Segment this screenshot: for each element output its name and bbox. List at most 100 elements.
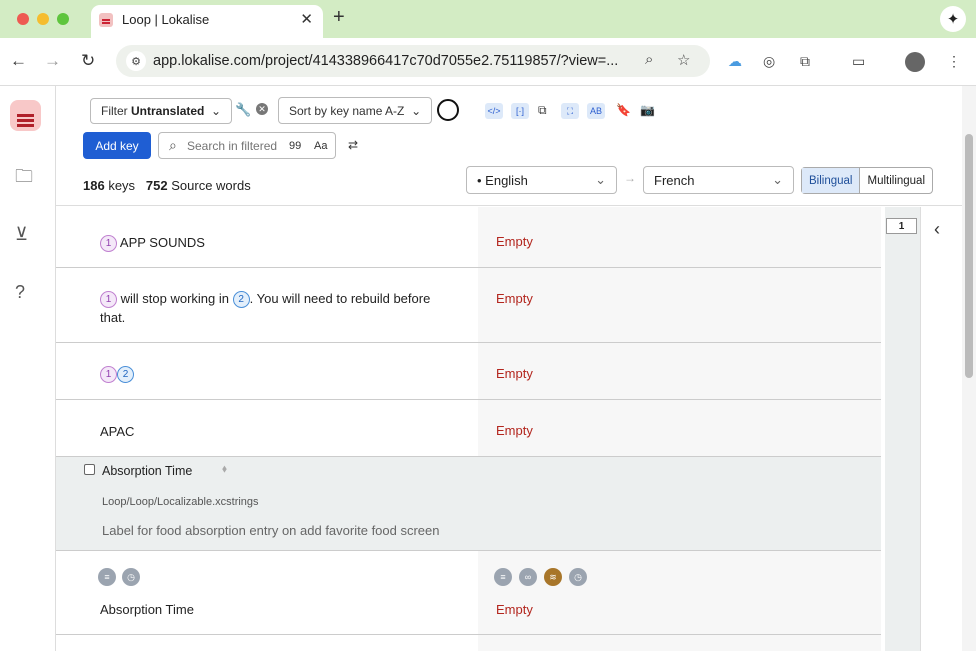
- source-cell[interactable]: ≡ ◷ Absorption Time: [56, 551, 478, 634]
- address-bar[interactable]: ⚙ app.lokalise.com/project/414338966417c…: [116, 45, 710, 77]
- empty-translation: Empty: [496, 234, 533, 249]
- camera-icon[interactable]: 📷: [640, 103, 655, 117]
- spellcheck-icon[interactable]: AB: [587, 103, 605, 119]
- folder-icon[interactable]: 🗀: [15, 164, 33, 194]
- translation-list: 1 APP SOUNDS Empty 1 will stop working i…: [56, 207, 881, 651]
- gemini-sparkle-icon[interactable]: ✦: [940, 6, 966, 32]
- cloud-extension-icon[interactable]: ☁: [728, 53, 742, 70]
- reload-icon[interactable]: ↻: [81, 51, 95, 71]
- placeholder-badge: 2: [232, 291, 250, 309]
- scrollbar-thumb[interactable]: [965, 134, 973, 378]
- basket-check-icon[interactable]: ⊻: [15, 224, 28, 245]
- review-glasses-icon[interactable]: ∞: [519, 568, 537, 586]
- copy-icon[interactable]: ⧉: [538, 103, 547, 118]
- target-cell[interactable]: Empty: [478, 400, 881, 456]
- tag-icon[interactable]: ⬧: [222, 463, 227, 476]
- placeholder-badge: 1: [100, 291, 117, 309]
- source-cell[interactable]: 1 APP SOUNDS: [56, 207, 478, 267]
- browser-menu-icon[interactable]: ⋮: [947, 53, 961, 70]
- browser-tab-bar: Loop | Lokalise ✕ + ✦: [0, 0, 976, 38]
- site-settings-icon[interactable]: ⚙: [126, 51, 146, 71]
- translate-extension-icon[interactable]: ◎: [763, 53, 775, 70]
- source-text: 1 will stop working in 2. You will need …: [100, 289, 470, 327]
- code-view-icon[interactable]: </>: [485, 103, 503, 119]
- browser-tab[interactable]: Loop | Lokalise ✕: [91, 5, 323, 38]
- target-cell[interactable]: Empty: [478, 207, 881, 267]
- target-cell[interactable]: ≡ ∞ ≋ ◷ Empty: [478, 551, 881, 634]
- key-select-checkbox[interactable]: [84, 464, 95, 475]
- history-icon[interactable]: ◷: [122, 568, 140, 586]
- comment-icon[interactable]: ≡: [98, 568, 116, 586]
- search-icon: ⌕: [169, 137, 177, 153]
- forward-arrow-icon[interactable]: →: [44, 51, 61, 71]
- table-row: 1 APP SOUNDS Empty: [56, 207, 881, 268]
- lokalise-ai-icon[interactable]: [437, 99, 459, 121]
- new-tab-button[interactable]: +: [333, 6, 345, 29]
- advanced-filter-icon[interactable]: ⇄: [348, 138, 358, 152]
- source-value: Absorption Time: [100, 602, 194, 617]
- back-arrow-icon[interactable]: ←: [10, 51, 27, 71]
- source-cell[interactable]: APAC: [56, 400, 478, 456]
- source-value-part: that.: [100, 310, 126, 326]
- tab-title: Loop | Lokalise: [122, 12, 210, 27]
- key-filename: Loop/Loop/Localizable.xcstrings: [102, 496, 259, 508]
- lokalise-logo-icon[interactable]: [10, 100, 41, 131]
- placeholder-badge: 2: [117, 366, 134, 384]
- page-scrollbar[interactable]: [962, 86, 976, 651]
- maximize-window-button[interactable]: [57, 13, 69, 25]
- source-cell[interactable]: 1 will stop working in 2. You will need …: [56, 268, 478, 342]
- source-value: APP SOUNDS: [119, 235, 205, 250]
- key-description: Label for food absorption entry on add f…: [102, 523, 440, 538]
- source-cell[interactable]: 12: [56, 343, 478, 399]
- target-cell[interactable]: Empty: [478, 343, 881, 399]
- screenshot-crop-icon[interactable]: ⛶: [561, 103, 579, 119]
- multilingual-toggle[interactable]: Multilingual: [860, 168, 932, 193]
- filter-value: Untranslated: [131, 104, 205, 118]
- keys-label: keys: [108, 178, 136, 193]
- collapse-panel-icon[interactable]: ‹: [934, 219, 940, 240]
- clear-filter-icon[interactable]: ✕: [256, 103, 268, 115]
- page-minimap: 1: [885, 207, 920, 651]
- close-window-button[interactable]: [17, 13, 29, 25]
- target-language-select[interactable]: French ⌄: [643, 166, 794, 194]
- url-text[interactable]: app.lokalise.com/project/414338966417c70…: [153, 53, 618, 69]
- machine-translation-icon[interactable]: ≋: [544, 568, 562, 586]
- extensions-puzzle-icon[interactable]: ⧉: [800, 53, 810, 70]
- chevron-down-icon: ⌄: [211, 104, 222, 118]
- empty-translation: Empty: [496, 366, 533, 381]
- target-cell[interactable]: Empty: [478, 268, 881, 342]
- search-field[interactable]: ⌕ 99 Aa: [158, 132, 336, 159]
- search-input[interactable]: [187, 138, 282, 154]
- chevron-down-icon: ⌄: [772, 172, 783, 187]
- source-text: 1 APP SOUNDS: [100, 233, 205, 253]
- app-sidebar: 🗀 ⊻ ?: [0, 86, 56, 651]
- bookmark-star-icon[interactable]: ☆: [677, 51, 690, 69]
- bookmark-icon[interactable]: 🔖: [616, 103, 631, 117]
- minimap-page-marker[interactable]: 1: [886, 218, 917, 234]
- history-icon[interactable]: ◷: [569, 568, 587, 586]
- wrench-icon[interactable]: 🔧: [235, 102, 251, 118]
- placeholder-view-icon[interactable]: [·]: [511, 103, 529, 119]
- words-count: 752: [145, 178, 168, 193]
- source-cell: [56, 635, 478, 651]
- words-label: Source words: [171, 178, 251, 193]
- zoom-icon[interactable]: ⌕: [645, 51, 653, 68]
- key-stats: 186 keys 752 Source words: [83, 178, 251, 193]
- source-language-select[interactable]: • English ⌄: [466, 166, 617, 194]
- comment-icon[interactable]: ≡: [494, 568, 512, 586]
- tab-close-icon[interactable]: ✕: [300, 10, 313, 28]
- key-name[interactable]: Absorption Time: [102, 464, 192, 478]
- filter-dropdown[interactable]: Filter Untranslated ⌄: [90, 98, 233, 124]
- bilingual-toggle[interactable]: Bilingual: [802, 168, 861, 193]
- reading-mode-icon[interactable]: ▭: [852, 53, 865, 70]
- source-language-value: • English: [477, 172, 528, 188]
- case-sensitive-toggle[interactable]: Aa: [314, 140, 327, 152]
- help-icon[interactable]: ?: [15, 282, 25, 303]
- table-row: 1 will stop working in 2. You will need …: [56, 268, 881, 343]
- minimize-window-button[interactable]: [37, 13, 49, 25]
- placeholder-badge: 1: [100, 366, 117, 384]
- chevron-down-icon: ⌄: [595, 172, 606, 187]
- add-key-button[interactable]: Add key: [83, 132, 151, 159]
- sort-dropdown[interactable]: Sort by key name A-Z ⌄: [278, 97, 433, 124]
- profile-avatar[interactable]: [905, 52, 925, 72]
